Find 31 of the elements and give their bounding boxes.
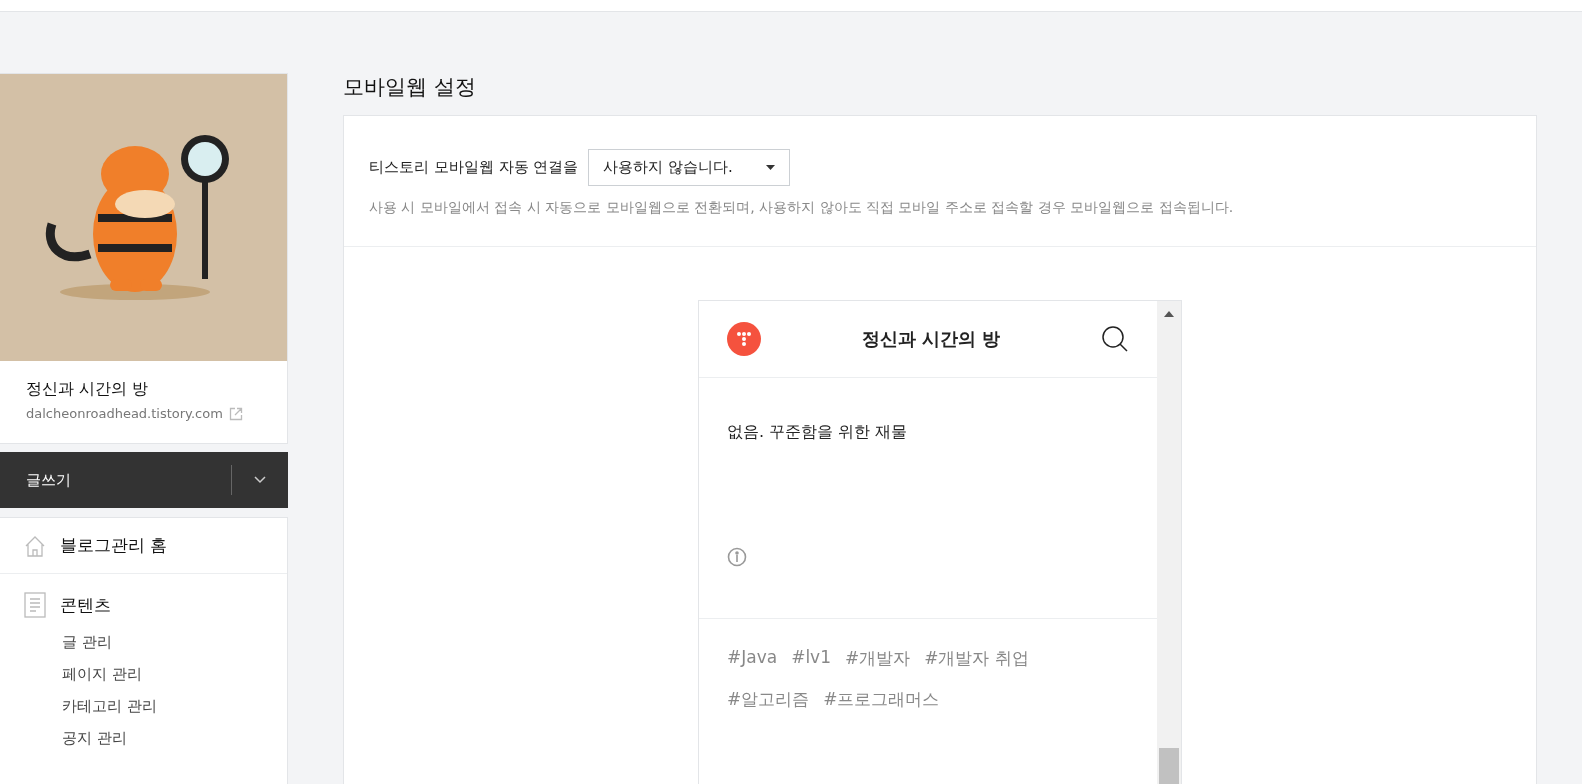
setting-label: 티스토리 모바일웹 자동 연결을 [369,158,579,177]
setting-help: 사용 시 모바일에서 접속 시 자동으로 모바일웹으로 전환되며, 사용하지 않아도 직접 모바일 주소로 접속할 경우 모바일웹으로 접속됩니다. [369,199,1235,217]
scrollbar[interactable] [1157,301,1181,784]
tag-link[interactable]: #프로그래머스 [823,688,940,711]
menu-item[interactable]: 글 관리 [62,626,263,658]
preview-blog-title: 정신과 시간의 방 [861,327,1001,351]
tag-link[interactable]: #Java [727,647,778,670]
auto-connect-select[interactable]: 사용하지 않습니다. [588,149,791,186]
menu-heading[interactable]: 콘텐츠 [24,592,263,618]
search-icon[interactable] [1101,325,1129,353]
home-icon [24,534,46,557]
tag-link[interactable]: #개발자 취업 [924,647,1029,670]
external-link-icon[interactable] [228,406,243,421]
page-title: 모바일웹 설정 [343,74,477,101]
tag-link[interactable]: #개발자 [845,647,911,670]
document-icon [24,592,46,618]
tag-link[interactable]: #lv1 [791,647,831,670]
logo-icon [727,322,761,356]
menu-item[interactable]: 페이지 관리 [62,658,263,690]
chevron-down-icon [254,476,266,484]
blog-url[interactable]: dalcheonroadhead.tistory.com [26,406,223,421]
tag-link[interactable]: #알고리즘 [727,688,810,711]
menu-item[interactable]: 공지 관리 [62,722,263,754]
scroll-thumb[interactable] [1159,748,1179,784]
blog-name: 정신과 시간의 방 [26,379,150,400]
post-text: 없음. 꾸준함을 위한 재물 [727,422,909,443]
scroll-up-icon[interactable] [1164,311,1174,317]
info-icon[interactable] [727,547,747,567]
menu-item[interactable]: 카테고리 관리 [62,690,263,722]
caret-icon [766,165,776,170]
menu-heading[interactable]: 블로그관리 홈 [24,534,263,557]
